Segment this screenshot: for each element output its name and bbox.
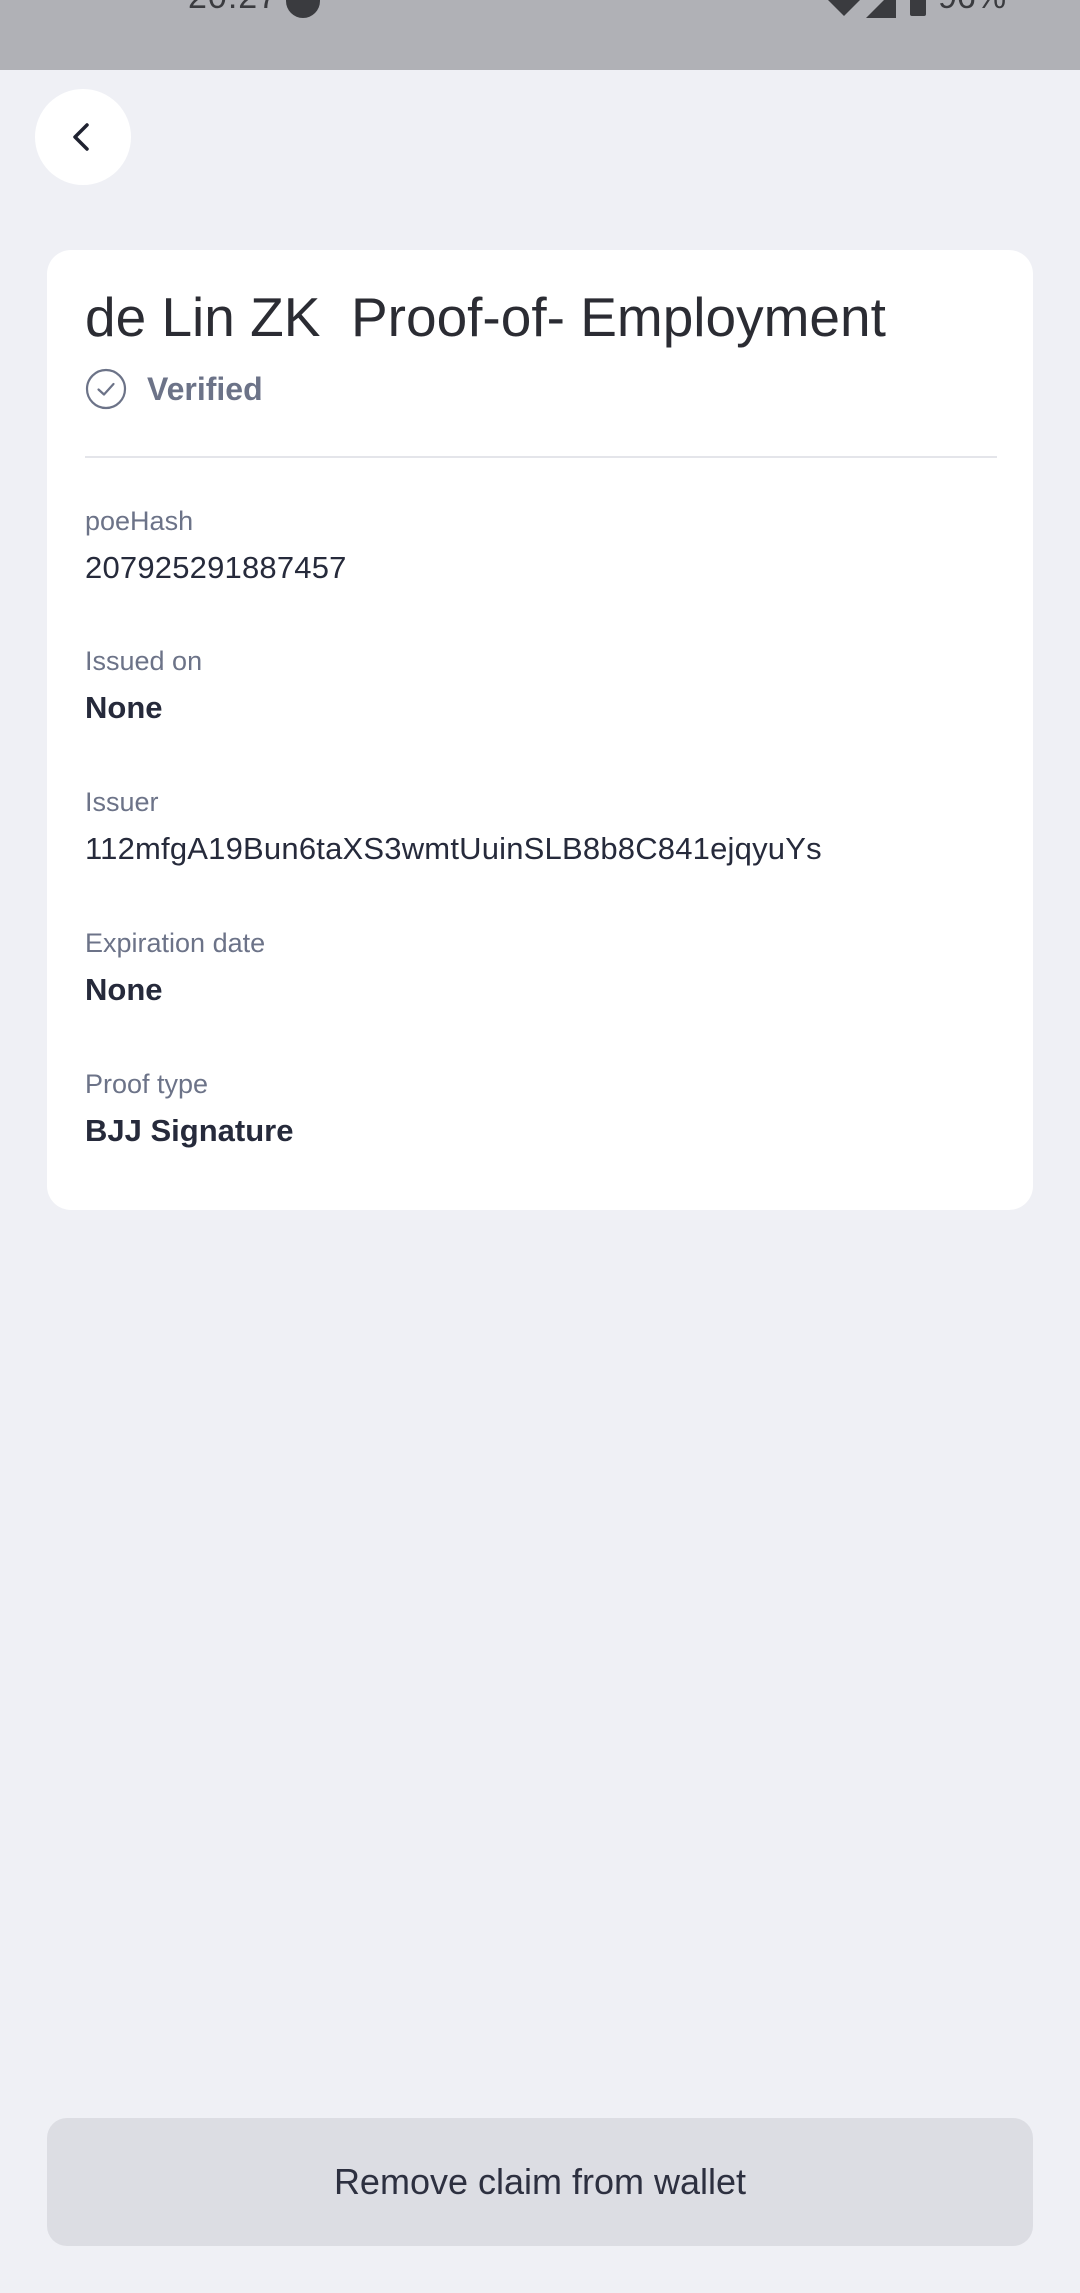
status-time: 20:27 — [188, 0, 278, 17]
field-poehash: poeHash 207925291887457 — [85, 504, 997, 588]
verified-label: Verified — [147, 370, 263, 407]
field-value: None — [85, 690, 163, 725]
signal-icon — [866, 0, 896, 18]
divider — [85, 456, 997, 458]
field-value: None — [85, 972, 163, 1007]
battery-percentage: 96% — [938, 0, 1006, 17]
field-value: 112mfgA19Bun6taXS3wmtUuinSLB8b8C841ejqyu… — [85, 831, 822, 866]
claim-title: de Lin ZK Proof-of- Employment — [85, 286, 886, 348]
claim-card: de Lin ZK Proof-of- Employment Verified … — [47, 250, 1033, 1210]
wifi-icon — [826, 0, 862, 16]
field-label: Issued on — [85, 646, 203, 676]
remove-claim-button[interactable]: Remove claim from wallet — [47, 2118, 1033, 2246]
check-circle-icon — [85, 368, 127, 410]
field-proof-type: Proof type BJJ Signature — [85, 1067, 997, 1151]
field-issued-on: Issued on None — [85, 644, 997, 728]
chevron-left-icon — [73, 123, 89, 151]
field-label: Issuer — [85, 787, 159, 817]
battery-icon — [910, 0, 926, 16]
spotify-icon — [286, 0, 320, 18]
field-label: poeHash — [85, 506, 194, 536]
verified-status: Verified — [85, 368, 263, 410]
back-button[interactable] — [35, 89, 131, 185]
field-value: 207925291887457 — [85, 550, 347, 585]
field-label: Proof type — [85, 1069, 209, 1099]
field-expiration-date: Expiration date None — [85, 926, 997, 1010]
field-label: Expiration date — [85, 928, 266, 958]
status-bar: 20:27 96% — [0, 0, 1080, 70]
field-issuer: Issuer 112mfgA19Bun6taXS3wmtUuinSLB8b8C8… — [85, 785, 997, 869]
field-value: BJJ Signature — [85, 1113, 294, 1148]
